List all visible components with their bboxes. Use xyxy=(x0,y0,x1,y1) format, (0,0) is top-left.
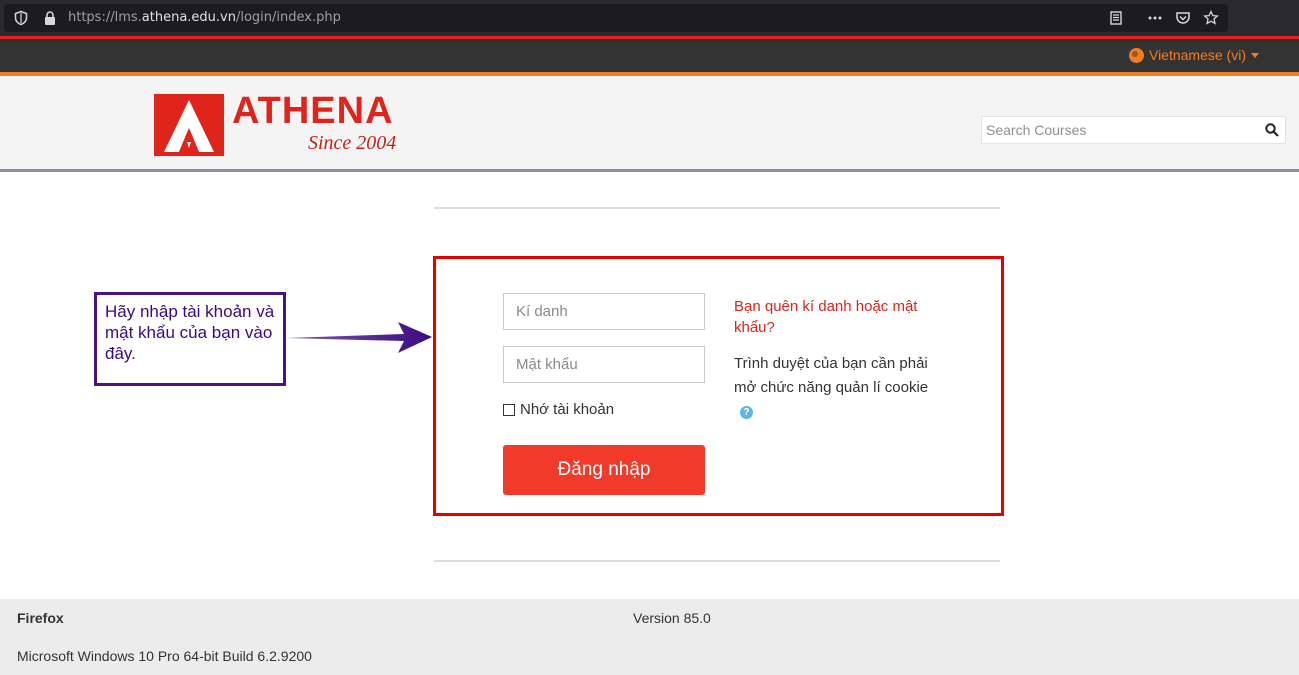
language-label: Vietnamese (vi) xyxy=(1148,47,1246,63)
annotation-callout: Hãy nhập tài khoản và mật khẩu của bạn v… xyxy=(94,292,286,386)
username-field xyxy=(503,293,705,330)
password-input[interactable] xyxy=(504,347,704,382)
chevron-down-icon xyxy=(1251,52,1259,58)
globe-icon xyxy=(1128,47,1144,63)
remember-me[interactable]: Nhớ tài khoản xyxy=(503,401,614,418)
lock-icon[interactable] xyxy=(42,10,58,26)
url-host: athena.edu.vn xyxy=(141,10,236,25)
course-search xyxy=(981,116,1286,144)
site-header: ATHENA Since 2004 xyxy=(0,78,1299,172)
url-prefix: https://lms. xyxy=(68,10,142,25)
remember-label: Nhớ tài khoản xyxy=(520,401,615,418)
annotation-text: Hãy nhập tài khoản và mật khẩu của bạn v… xyxy=(105,302,275,363)
reader-view-icon[interactable] xyxy=(1108,10,1124,26)
bookmark-star-icon[interactable] xyxy=(1203,10,1219,26)
login-button[interactable]: Đăng nhập xyxy=(503,445,705,495)
search-input[interactable] xyxy=(982,117,1252,143)
footer-os: Microsoft Windows 10 Pro 64-bit Build 6.… xyxy=(17,648,312,664)
cookie-notice: Trình duyệt của bạn cần phải mở chức năn… xyxy=(734,352,944,424)
top-navbar: Vietnamese (vi) xyxy=(0,42,1299,76)
search-icon[interactable] xyxy=(1265,123,1279,137)
language-menu[interactable]: Vietnamese (vi) xyxy=(1128,47,1259,63)
username-input[interactable] xyxy=(504,294,704,329)
debug-footer: Firefox Version 85.0 Microsoft Windows 1… xyxy=(0,599,1299,675)
login-panel: Nhớ tài khoản Đăng nhập Bạn quên kí danh… xyxy=(433,256,1004,516)
footer-version: Version 85.0 xyxy=(633,610,711,626)
logo-tagline: Since 2004 xyxy=(308,132,397,154)
password-field xyxy=(503,346,705,383)
url-path: /login/index.php xyxy=(235,10,341,25)
forgot-credentials-link[interactable]: Bạn quên kí danh hoặc mật khẩu? xyxy=(734,296,944,338)
browser-toolbar: https://lms.athena.edu.vn/login/index.ph… xyxy=(0,0,1299,36)
logo-wordmark: ATHENA xyxy=(232,90,394,132)
shield-icon[interactable] xyxy=(13,10,29,26)
remember-checkbox[interactable] xyxy=(503,403,515,416)
more-icon[interactable] xyxy=(1147,10,1163,26)
pocket-icon[interactable] xyxy=(1175,10,1191,26)
url-text[interactable]: https://lms.athena.edu.vn/login/index.ph… xyxy=(68,10,341,25)
footer-browser-name: Firefox xyxy=(17,610,64,626)
divider-bottom xyxy=(434,560,1000,562)
address-bar[interactable]: https://lms.athena.edu.vn/login/index.ph… xyxy=(4,4,1228,32)
help-icon[interactable]: ? xyxy=(740,405,753,419)
divider-top xyxy=(434,207,1000,209)
athena-logo[interactable]: ATHENA Since 2004 xyxy=(154,90,414,158)
annotation-arrow-icon xyxy=(286,322,432,353)
cookie-notice-text: Trình duyệt của bạn cần phải mở chức năn… xyxy=(734,355,929,396)
logo-mark-icon xyxy=(154,94,224,156)
